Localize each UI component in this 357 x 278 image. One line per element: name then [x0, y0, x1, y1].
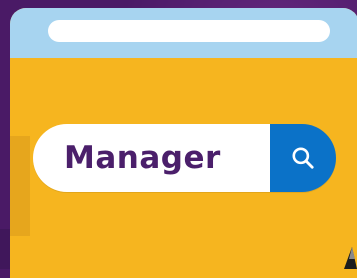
side-shadow [10, 136, 30, 236]
browser-window: Manager [10, 8, 357, 278]
search-input[interactable]: Manager [33, 124, 270, 192]
search-bar: Manager [33, 124, 336, 192]
window-title-bar [10, 8, 357, 58]
address-bar[interactable] [48, 20, 330, 42]
pencil-tip-icon [344, 247, 357, 269]
search-button[interactable] [270, 124, 336, 192]
search-query-text: Manager [64, 140, 221, 176]
magnifier-icon [292, 147, 314, 169]
